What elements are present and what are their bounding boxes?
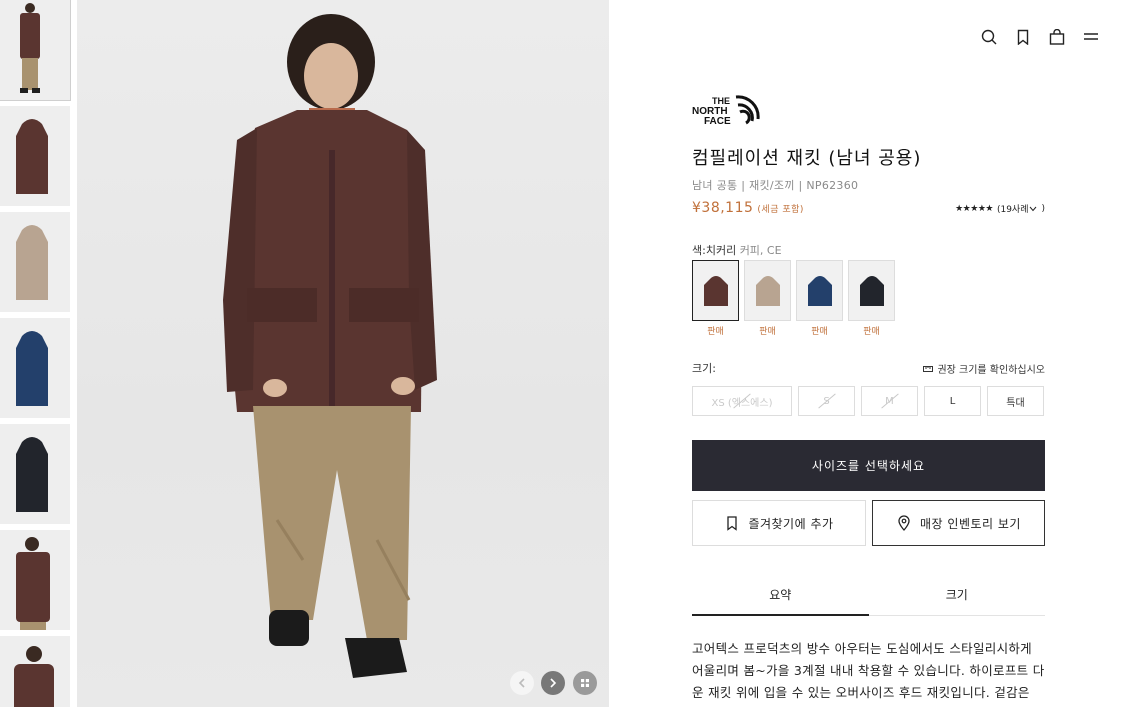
- product-price: ¥38,115 (세금 포함): [692, 200, 804, 216]
- gallery-prev-button[interactable]: [510, 671, 534, 695]
- rating-stars: ★★★★★: [955, 203, 993, 214]
- svg-text:FACE: FACE: [704, 116, 731, 127]
- size-l-button[interactable]: L: [924, 386, 981, 416]
- ruler-icon: [923, 365, 934, 372]
- price-value: ¥38,115: [692, 200, 754, 216]
- thumbnail-model-front[interactable]: [0, 530, 70, 630]
- swatch-tag: 판매: [863, 327, 880, 337]
- size-xs-button[interactable]: XS (엑스에스): [692, 386, 792, 416]
- search-icon: [981, 29, 997, 45]
- tab-size[interactable]: 크기: [869, 580, 1046, 615]
- thumbnail-full-body[interactable]: [0, 0, 71, 101]
- svg-text:THE: THE: [712, 96, 730, 106]
- thumbnail-beige-jacket[interactable]: [0, 212, 70, 312]
- rating-summary[interactable]: ★★★★★ (19사례 ): [955, 202, 1045, 216]
- product-page: THE NORTH FACE 컴필레이션 재킷 (남녀 공용) 남녀 공통 | …: [0, 0, 1125, 707]
- the-north-face-logo-icon: THE NORTH FACE: [692, 95, 760, 127]
- product-description: 고어텍스 프로덕츠의 방수 아우터는 도심에서도 스타일리시하게 어울리며 봄~…: [692, 641, 1045, 700]
- gallery-grid-button[interactable]: [573, 671, 597, 695]
- info-tabs: 요약 크기: [692, 580, 1045, 616]
- model-photo: [223, 14, 437, 678]
- swatch-black[interactable]: [848, 260, 895, 321]
- chevron-left-icon: [518, 678, 525, 688]
- size-xl-button[interactable]: 특대: [987, 386, 1044, 416]
- bag-icon: [1049, 29, 1065, 45]
- swatch-tag: 판매: [707, 327, 724, 337]
- header-icons: [981, 28, 1099, 46]
- thumbnail-rail[interactable]: [0, 0, 72, 707]
- tax-note: (세금 포함): [757, 205, 804, 215]
- thumbnail-navy-jacket[interactable]: [0, 318, 70, 418]
- main-product-image[interactable]: [77, 0, 609, 707]
- chevron-right-icon: [550, 678, 557, 688]
- size-s-button[interactable]: S: [798, 386, 855, 416]
- store-inventory-button[interactable]: 매장 인벤토리 보기: [872, 500, 1045, 546]
- brand-logo[interactable]: THE NORTH FACE: [692, 95, 760, 127]
- size-options: XS (엑스에스) S M L 특대: [692, 386, 1044, 416]
- color-selected-value: 커피, CE: [739, 244, 782, 257]
- color-swatches: 판매 판매 판매 판매: [692, 260, 895, 337]
- swatch-coffee[interactable]: [692, 260, 739, 321]
- cart-button[interactable]: [1049, 28, 1065, 46]
- product-meta: 남녀 공통 | 재킷/조끼 | NP62360: [692, 179, 859, 192]
- swatch-tag: 판매: [759, 327, 776, 337]
- location-pin-icon: [898, 515, 910, 531]
- swatch-beige[interactable]: [744, 260, 791, 321]
- swatch-navy[interactable]: [796, 260, 843, 321]
- size-label: 크기:: [692, 362, 716, 375]
- bookmark-icon: [1017, 29, 1029, 45]
- product-title: 컴필레이션 재킷 (남녀 공용): [692, 148, 922, 169]
- size-m-button[interactable]: M: [861, 386, 918, 416]
- menu-button[interactable]: [1083, 28, 1099, 46]
- color-label: 색:치커리 커피, CE: [692, 244, 782, 257]
- search-button[interactable]: [981, 28, 997, 46]
- thumbnail-black-jacket[interactable]: [0, 424, 70, 524]
- size-guide-link[interactable]: 권장 크기를 확인하십시오: [923, 361, 1045, 376]
- swatch-tag: 판매: [811, 327, 828, 337]
- gallery-next-button[interactable]: [541, 671, 565, 695]
- select-size-button[interactable]: 사이즈를 선택하세요: [692, 440, 1045, 491]
- wishlist-button[interactable]: [1015, 28, 1031, 46]
- tab-summary[interactable]: 요약: [692, 580, 869, 616]
- add-to-favorites-button[interactable]: 즐겨찾기에 추가: [692, 500, 866, 546]
- bookmark-icon: [727, 516, 738, 531]
- review-count: (19사례: [996, 205, 1029, 215]
- thumbnail-coffee-jacket[interactable]: [0, 106, 70, 206]
- grid-icon: [581, 679, 589, 687]
- menu-icon: [1084, 33, 1098, 40]
- chevron-down-icon: [1030, 206, 1037, 211]
- thumbnail-model-side[interactable]: [0, 636, 70, 707]
